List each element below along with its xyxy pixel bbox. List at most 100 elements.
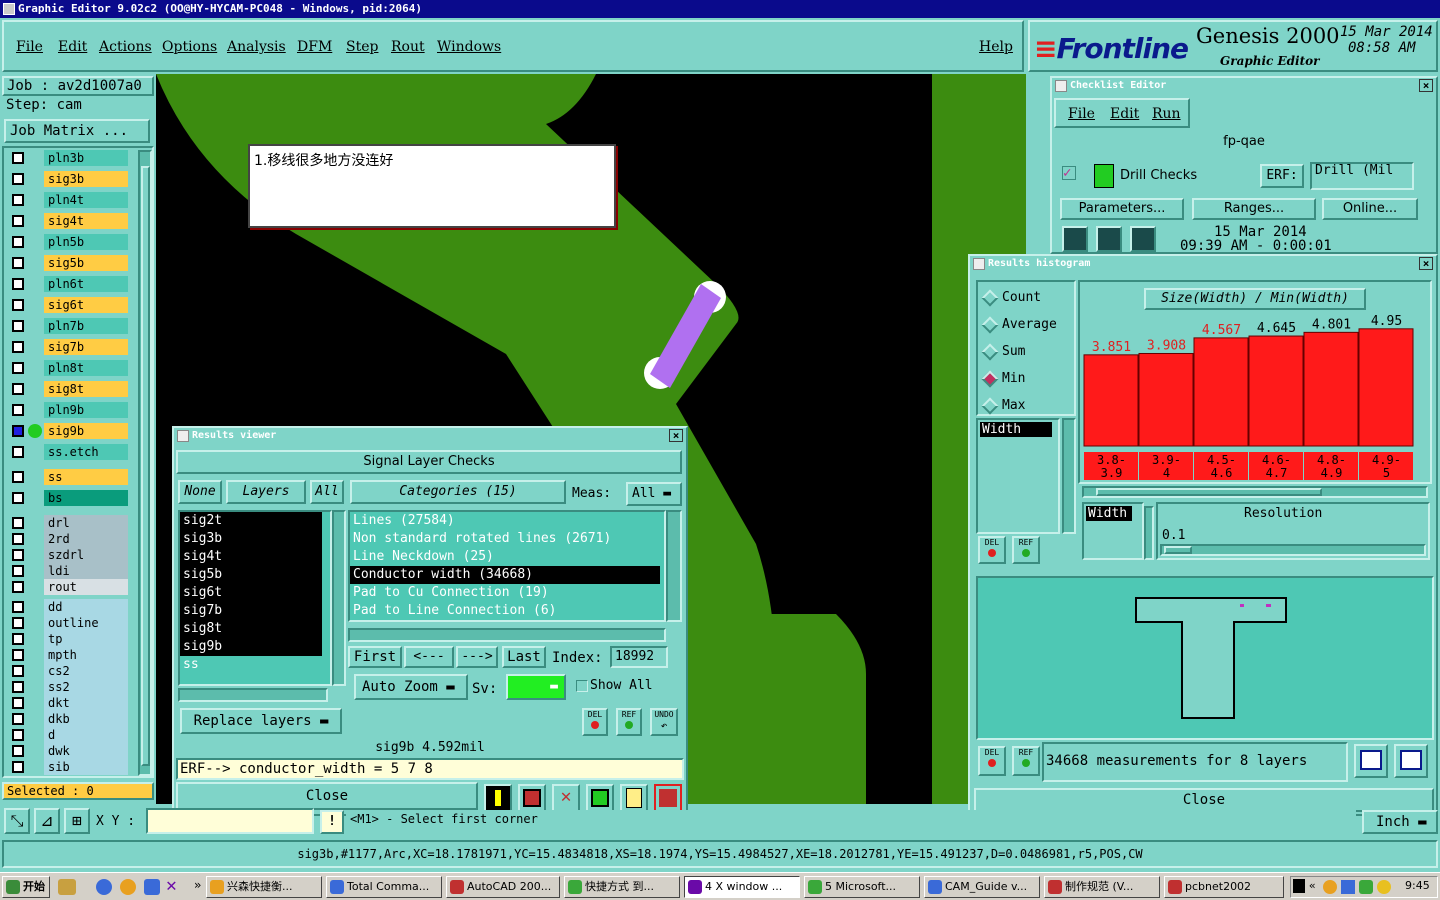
measure-scrollbar[interactable] <box>1062 418 1076 534</box>
index-input[interactable]: 18992 <box>610 646 668 668</box>
width-scrollbar[interactable] <box>1144 506 1154 560</box>
first-button[interactable]: First <box>348 646 402 668</box>
layer-checkbox[interactable] <box>12 729 24 741</box>
option-count[interactable]: Count <box>978 288 1074 308</box>
layer-row[interactable]: sig5b <box>8 255 128 271</box>
select-arrow-icon[interactable]: ⤡ <box>4 808 30 834</box>
sv-color-select[interactable]: ▬ <box>506 674 566 700</box>
show-all-checkbox[interactable] <box>576 680 588 692</box>
tray-icon-4[interactable] <box>1359 880 1373 894</box>
taskbar-item[interactable]: Total Comma... <box>326 876 442 898</box>
tray-icon-5[interactable] <box>1377 880 1391 894</box>
layer-checkbox[interactable] <box>12 533 24 545</box>
layer-row[interactable]: pln7b <box>8 318 128 334</box>
replace-layers-select[interactable]: Replace layers ▬ <box>180 708 342 734</box>
auto-zoom-select[interactable]: Auto Zoom ▬ <box>354 674 468 700</box>
all-button[interactable]: All <box>310 480 344 504</box>
preview-ref-button[interactable]: REF <box>1012 746 1040 776</box>
layer-checkbox[interactable] <box>12 320 24 332</box>
layers-button[interactable]: Layers <box>226 480 306 504</box>
category-item[interactable]: Conductor width (34668) <box>350 566 660 584</box>
layer-checkbox[interactable] <box>12 761 24 773</box>
tray-icon-3[interactable] <box>1341 880 1355 894</box>
layer-row[interactable]: pln8t <box>8 360 128 376</box>
x-server-icon[interactable]: ✕ <box>166 877 177 895</box>
layer-checkbox[interactable] <box>12 549 24 561</box>
layer-checkbox[interactable] <box>12 581 24 593</box>
ranges-button[interactable]: Ranges... <box>1192 198 1316 220</box>
layer-row[interactable]: rout <box>8 579 128 595</box>
none-button[interactable]: None <box>178 480 222 504</box>
next-button[interactable]: ---> <box>456 646 498 668</box>
online-button[interactable]: Online... <box>1322 198 1418 220</box>
taskbar-item[interactable]: CAM_Guide v... <box>924 876 1040 898</box>
preview-del-button[interactable]: DEL <box>978 746 1006 776</box>
layer-row[interactable]: sib <box>8 759 128 775</box>
layer-row[interactable]: outline <box>8 615 128 631</box>
layer-row[interactable]: pln3b <box>8 150 128 166</box>
layer-row[interactable]: tp <box>8 631 128 647</box>
zoom-to-icon[interactable] <box>1354 744 1388 778</box>
option-sum[interactable]: Sum <box>978 342 1074 362</box>
taskbar-item[interactable]: 4 X window ... <box>684 876 800 898</box>
category-item[interactable]: Lines (27584) <box>350 512 664 530</box>
layer-row[interactable]: ldi <box>8 563 128 579</box>
layer-checkbox[interactable] <box>12 152 24 164</box>
menu-analysis[interactable]: Analysis <box>227 39 286 55</box>
chart-hscroll[interactable] <box>1082 486 1428 498</box>
layer-checkbox[interactable] <box>12 425 24 437</box>
layer-row[interactable]: sig8t <box>8 381 128 397</box>
layer-list-item[interactable]: sig6t <box>180 584 322 602</box>
taskbar-item[interactable]: 快捷方式 到... <box>564 876 680 898</box>
xy-input[interactable] <box>146 808 314 834</box>
layer-row[interactable]: pln4t <box>8 192 128 208</box>
close-button[interactable]: Close <box>176 782 478 810</box>
layer-checkbox[interactable] <box>12 697 24 709</box>
histogram-bar[interactable] <box>1248 335 1304 447</box>
menu-actions[interactable]: Actions <box>99 39 152 55</box>
last-button[interactable]: Last <box>502 646 546 668</box>
menu-rout[interactable]: Rout <box>391 39 425 55</box>
layer-row[interactable]: dkb <box>8 711 128 727</box>
quicklaunch-icon-1[interactable] <box>58 879 76 895</box>
tool-icon-1[interactable] <box>484 784 512 812</box>
layer-checkbox[interactable] <box>12 236 24 248</box>
layer-checkbox[interactable] <box>12 517 24 529</box>
category-item[interactable]: Non standard rotated lines (2671) <box>350 530 664 548</box>
menu-file[interactable]: File <box>16 39 43 55</box>
layer-list-item[interactable]: sig9b <box>180 638 322 656</box>
layer-checkbox[interactable] <box>12 633 24 645</box>
del-button[interactable]: DEL <box>582 708 608 736</box>
hist-del-button[interactable]: DEL <box>978 536 1006 564</box>
layer-row[interactable]: sig3b <box>8 171 128 187</box>
report-icon[interactable] <box>620 784 648 812</box>
layer-row[interactable]: bs <box>8 490 128 506</box>
radio-icon[interactable] <box>981 289 999 307</box>
layer-row[interactable]: sig7b <box>8 339 128 355</box>
histogram-bar[interactable] <box>1358 328 1414 447</box>
category-item[interactable]: Pad to Line Connection (6) <box>350 602 664 620</box>
run-icon[interactable] <box>1062 226 1088 252</box>
layer-row[interactable]: pln9b <box>8 402 128 418</box>
layer-scroll-thumb[interactable] <box>141 166 150 766</box>
hist-ref-button[interactable]: REF <box>1012 536 1040 564</box>
layer-checkbox[interactable] <box>12 713 24 725</box>
menu-options[interactable]: Options <box>162 39 217 55</box>
snap-grid-icon[interactable]: ⊞ <box>64 808 90 834</box>
layer-row[interactable]: dwk <box>8 743 128 759</box>
clock-icon[interactable] <box>120 879 136 895</box>
run-check-icon[interactable] <box>1096 226 1122 252</box>
layer-list-item[interactable]: sig4t <box>180 548 322 566</box>
category-list[interactable]: Lines (27584) Non standard rotated lines … <box>348 510 666 622</box>
units-select[interactable]: Inch ▬ <box>1362 810 1438 834</box>
tool-icon-4[interactable] <box>586 784 614 812</box>
start-button[interactable]: 开始 <box>2 876 50 898</box>
menu-edit[interactable]: Edit <box>58 39 87 55</box>
layer-list-hscroll[interactable] <box>178 688 328 702</box>
layer-list-item[interactable]: sig5b <box>180 566 322 584</box>
layer-checkbox[interactable] <box>12 362 24 374</box>
layer-row[interactable]: pln5b <box>8 234 128 250</box>
taskbar-item[interactable]: pcbnet2002 <box>1164 876 1284 898</box>
layer-row[interactable]: 2rd <box>8 531 128 547</box>
histogram-close-button[interactable]: Close <box>974 788 1434 812</box>
